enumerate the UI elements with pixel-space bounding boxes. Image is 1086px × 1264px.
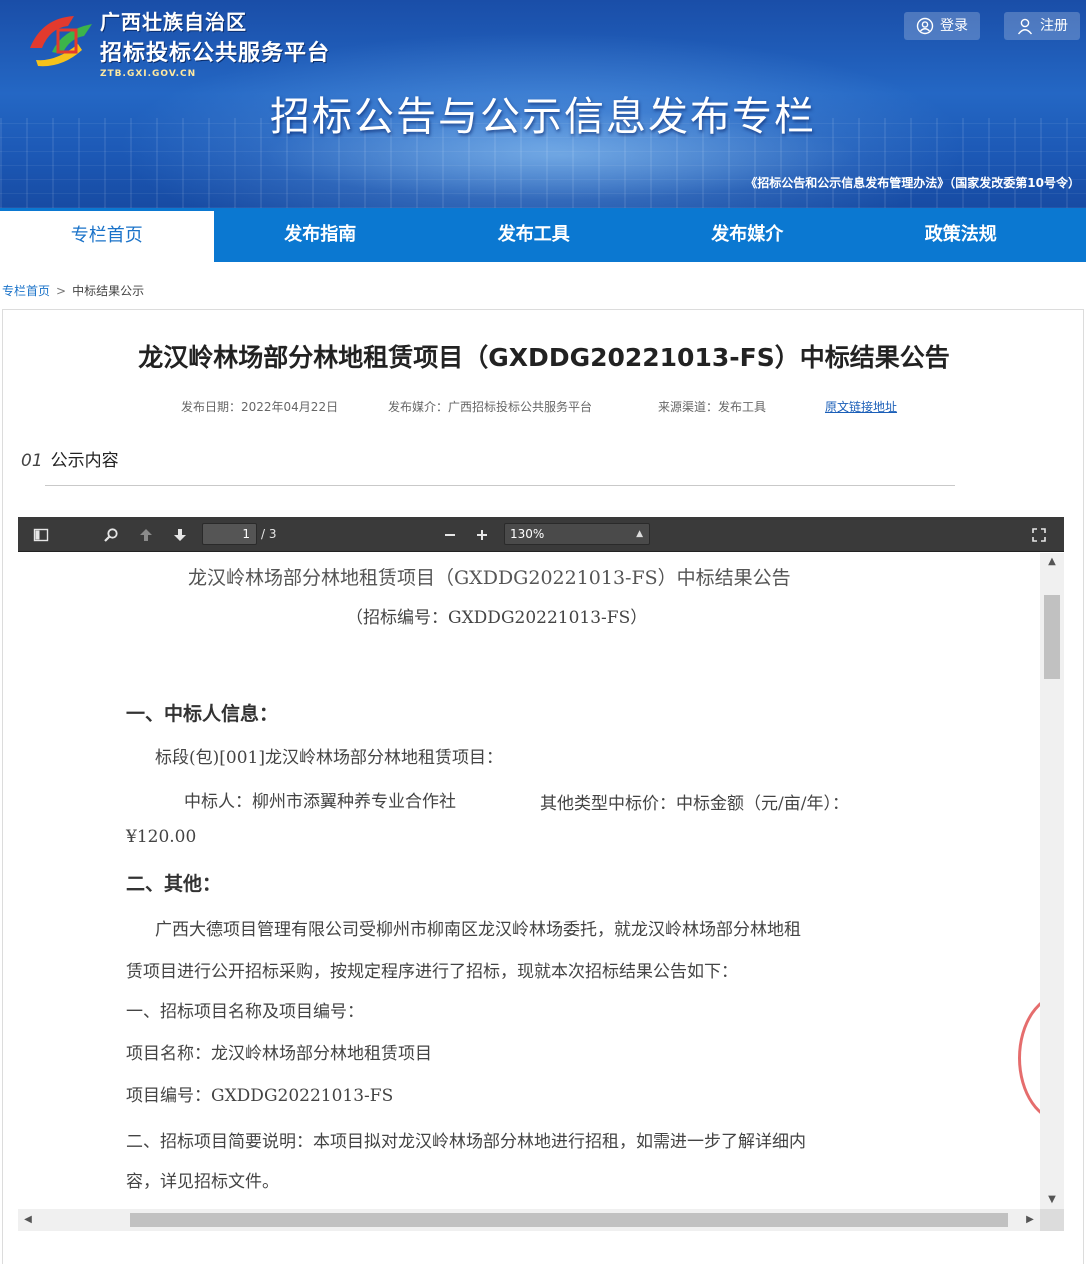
- login-button[interactable]: 登录: [904, 12, 980, 40]
- scroll-up-icon[interactable]: ▲: [1040, 553, 1064, 571]
- zoom-in-icon: [477, 529, 487, 540]
- scroll-right-icon[interactable]: ▶: [1020, 1209, 1040, 1231]
- breadcrumb-separator: >: [56, 284, 67, 298]
- login-label: 登录: [940, 18, 968, 34]
- user-circle-icon: [916, 17, 934, 35]
- sidebar-toggle-icon: [33, 528, 49, 541]
- law-note-link[interactable]: 《招标公告和公示信息发布管理办法》（国家发改委第10号令）: [745, 174, 1080, 191]
- brand-region: 广西壮族自治区: [100, 10, 247, 34]
- pdf-heading-other: 二、其他：: [126, 873, 222, 895]
- search-button[interactable]: [98, 517, 124, 552]
- brand-block[interactable]: 广西壮族自治区 招标投标公共服务平台 ZTB.GXI.GOV.CN: [100, 6, 330, 79]
- zoom-out-button[interactable]: [438, 517, 462, 552]
- pdf-item1: 一、招标项目名称及项目编号：: [126, 1002, 364, 1022]
- horizontal-scrollbar[interactable]: ◀ ▶: [18, 1209, 1040, 1231]
- page-total: / 3: [261, 527, 277, 541]
- horizontal-scroll-thumb[interactable]: [130, 1213, 1008, 1227]
- pdf-heading-winner: 一、中标人信息：: [126, 703, 279, 725]
- article-title: 龙汉岭林场部分林地租赁项目（GXDDG20221013-FS）中标结果公告: [138, 343, 950, 372]
- register-label: 注册: [1040, 18, 1068, 34]
- zoom-value: 130%: [510, 527, 545, 541]
- breadcrumb-current: 中标结果公示: [72, 284, 145, 298]
- pdf-page: 龙汉岭林场部分林地租赁项目（GXDDG20221013-FS）中标结果公告 （招…: [18, 553, 1040, 1209]
- pdf-lot: 标段(包)[001]龙汉岭林场部分林地租赁项目：: [155, 748, 503, 768]
- vertical-scroll-thumb[interactable]: [1044, 595, 1060, 679]
- source-channel: 来源渠道：发布工具: [658, 400, 767, 414]
- header-banner: 广西壮族自治区 招标投标公共服务平台 ZTB.GXI.GOV.CN 登录 注册 …: [0, 0, 1086, 208]
- publish-date: 发布日期：2022年04月22日: [181, 400, 339, 414]
- previous-page-icon: [140, 528, 152, 541]
- zoom-caret-icon: ▲: [636, 529, 643, 539]
- nav-item-tools[interactable]: 发布工具: [427, 208, 641, 262]
- pdf-price-value: ¥120.00: [126, 827, 197, 847]
- pdf-project-code: 项目编号：GXDDG20221013-FS: [126, 1086, 394, 1106]
- register-button[interactable]: 注册: [1004, 12, 1080, 40]
- nav-item-policy[interactable]: 政策法规: [854, 208, 1068, 262]
- page-number-input[interactable]: 1: [202, 523, 257, 545]
- section-title: 公示内容: [50, 451, 119, 471]
- pdf-project-name: 项目名称：龙汉岭林场部分林地租赁项目: [126, 1044, 432, 1064]
- fullscreen-button[interactable]: [1026, 517, 1052, 552]
- scroll-down-icon[interactable]: ▼: [1040, 1191, 1064, 1209]
- publish-media: 发布媒介：广西招标投标公共服务平台: [388, 400, 593, 414]
- search-icon: [104, 527, 118, 542]
- sidebar-toggle-button[interactable]: [28, 517, 54, 552]
- pdf-toolbar: 1 / 3 130% ▲: [18, 517, 1064, 552]
- zoom-select[interactable]: 130% ▲: [504, 523, 650, 545]
- nav-item-guide[interactable]: 发布指南: [214, 208, 428, 262]
- nav-item-media[interactable]: 发布媒介: [641, 208, 855, 262]
- fullscreen-icon: [1032, 527, 1046, 542]
- section-number: 01: [21, 451, 43, 471]
- pdf-paragraph-line2: 赁项目进行公开招标采购，按规定程序进行了招标，现就本次招标结果公告如下：: [126, 962, 738, 982]
- pdf-price-label: 其他类型中标价：中标金额（元/亩/年）：: [540, 794, 849, 814]
- pdf-winner: 中标人：柳州市添翼种养专业合作社: [184, 792, 456, 812]
- vertical-scrollbar[interactable]: ▲ ▼: [1040, 553, 1064, 1209]
- nav-item-home[interactable]: 专栏首页: [0, 208, 214, 262]
- zoom-in-button[interactable]: [470, 517, 494, 552]
- main-nav: 专栏首页 发布指南 发布工具 发布媒介 政策法规: [0, 208, 1086, 262]
- pdf-viewer: 1 / 3 130% ▲ 龙汉岭林场部分林地租赁项目（GXDDG20221013…: [18, 517, 1064, 1231]
- next-page-icon: [174, 528, 186, 541]
- original-link[interactable]: 原文链接地址: [825, 398, 897, 415]
- section-heading: 01 公示内容: [21, 446, 119, 471]
- breadcrumb: 专栏首页 > 中标结果公示: [2, 282, 144, 299]
- user-icon: [1017, 18, 1033, 35]
- pdf-item2-line1: 二、招标项目简要说明：本项目拟对龙汉岭林场部分林地进行招租，如需进一步了解详细内: [126, 1132, 806, 1152]
- section-divider: [45, 485, 955, 486]
- brand-name: 招标投标公共服务平台: [100, 40, 331, 66]
- banner-title: 招标公告与公示信息发布专栏: [270, 94, 816, 140]
- brand-domain: ZTB.GXI.GOV.CN: [100, 69, 197, 79]
- next-page-button[interactable]: [168, 517, 192, 552]
- platform-logo-icon: [30, 16, 92, 67]
- pdf-paragraph-line1: 广西大德项目管理有限公司受柳州市柳南区龙汉岭林场委托，就龙汉岭林场部分林地租: [155, 920, 801, 940]
- pdf-item2-line2: 容，详见招标文件。: [126, 1172, 279, 1192]
- pdf-bid-number: （招标编号：GXDDG20221013-FS）: [346, 608, 648, 628]
- pdf-title: 龙汉岭林场部分林地租赁项目（GXDDG20221013-FS）中标结果公告: [188, 567, 791, 589]
- scroll-left-icon[interactable]: ◀: [18, 1209, 38, 1231]
- previous-page-button[interactable]: [134, 517, 158, 552]
- scrollbar-corner: [1040, 1209, 1064, 1231]
- breadcrumb-home-link[interactable]: 专栏首页: [2, 284, 50, 298]
- red-seal-stamp: [1018, 993, 1040, 1123]
- zoom-out-icon: [445, 533, 455, 536]
